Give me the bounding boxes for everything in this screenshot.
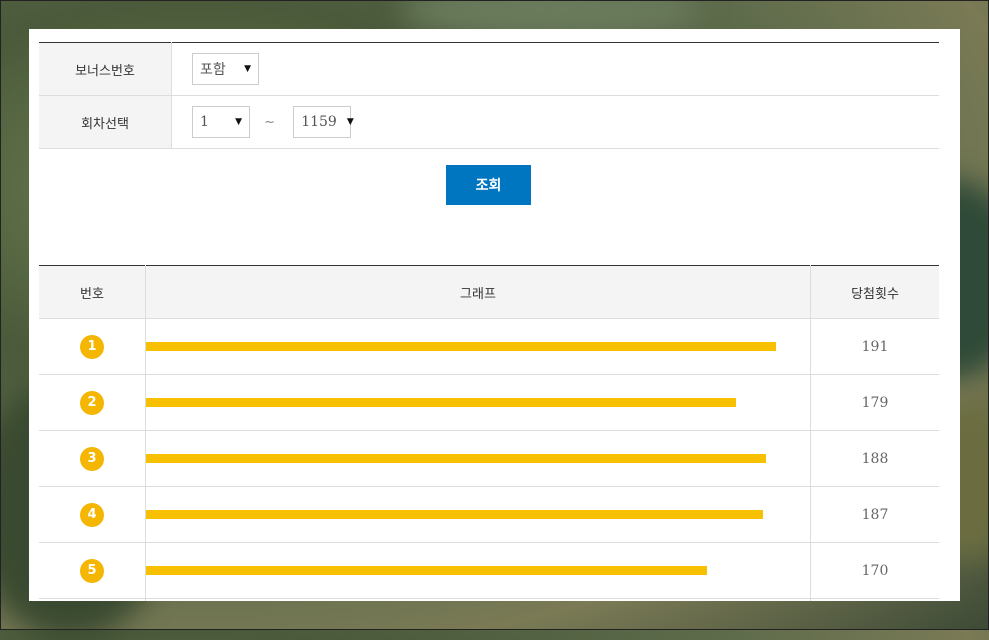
graph-cell	[145, 430, 811, 487]
frequency-bar	[146, 454, 766, 463]
range-separator: ~	[264, 114, 276, 130]
table-row: 5 170	[39, 542, 939, 599]
table-row: 1 191	[39, 318, 939, 375]
header-number: 번호	[39, 265, 146, 319]
round-from-value: 1	[200, 114, 209, 130]
number-cell: 3	[39, 430, 146, 487]
chevron-down-icon: ▼	[235, 117, 242, 127]
bonus-cell: 포함 ▼	[171, 42, 939, 96]
frequency-bar	[146, 510, 763, 519]
table-row: 3 188	[39, 430, 939, 487]
number-ball: 1	[80, 334, 104, 359]
chevron-down-icon: ▼	[244, 64, 251, 74]
graph-cell	[145, 374, 811, 431]
graph-cell	[145, 486, 811, 543]
bonus-row: 보너스번호 포함 ▼	[39, 42, 939, 96]
bonus-label: 보너스번호	[39, 42, 172, 96]
round-to-select[interactable]: 1159 ▼	[293, 106, 354, 138]
frequency-bar	[146, 398, 736, 407]
empty-cell	[810, 598, 939, 601]
count-cell: 179	[810, 374, 939, 431]
frequency-bar	[146, 342, 776, 351]
table-row	[39, 598, 939, 601]
chevron-down-icon: ▼	[346, 117, 354, 127]
number-cell: 2	[39, 374, 146, 431]
count-cell: 188	[810, 430, 939, 487]
number-ball: 5	[80, 558, 104, 583]
round-cell: 1 ▼ ~ 1159 ▼	[171, 95, 939, 149]
bonus-select-value: 포함	[200, 62, 226, 78]
search-button[interactable]: 조회	[446, 165, 531, 205]
count-cell: 170	[810, 542, 939, 599]
results-table: 번호 그래프 당첨횟수 1 191 2 179 3 188 4 187 5 170	[39, 265, 939, 601]
round-row: 회차선택 1 ▼ ~ 1159 ▼	[39, 95, 939, 149]
count-cell: 187	[810, 486, 939, 543]
table-row: 2 179	[39, 374, 939, 431]
graph-cell	[145, 542, 811, 599]
number-cell: 5	[39, 542, 146, 599]
round-label: 회차선택	[39, 95, 172, 149]
number-ball: 2	[80, 390, 104, 415]
empty-cell	[39, 598, 146, 601]
number-ball: 3	[80, 446, 104, 471]
number-ball: 4	[80, 502, 104, 527]
number-cell: 1	[39, 318, 146, 375]
number-cell: 4	[39, 486, 146, 543]
empty-cell	[145, 598, 811, 601]
bonus-select[interactable]: 포함 ▼	[192, 53, 259, 85]
frequency-bar	[146, 566, 707, 575]
stats-panel: 보너스번호 포함 ▼ 회차선택 1 ▼ ~ 1159 ▼ 조회 번호 그래프 당…	[29, 29, 960, 601]
round-from-select[interactable]: 1 ▼	[192, 106, 250, 138]
results-header: 번호 그래프 당첨횟수	[39, 265, 939, 319]
filter-table: 보너스번호 포함 ▼ 회차선택 1 ▼ ~ 1159 ▼	[39, 42, 939, 149]
graph-cell	[145, 318, 811, 375]
header-graph: 그래프	[145, 265, 811, 319]
header-count: 당첨횟수	[810, 265, 939, 319]
table-row: 4 187	[39, 486, 939, 543]
count-cell: 191	[810, 318, 939, 375]
round-to-value: 1159	[301, 114, 337, 130]
